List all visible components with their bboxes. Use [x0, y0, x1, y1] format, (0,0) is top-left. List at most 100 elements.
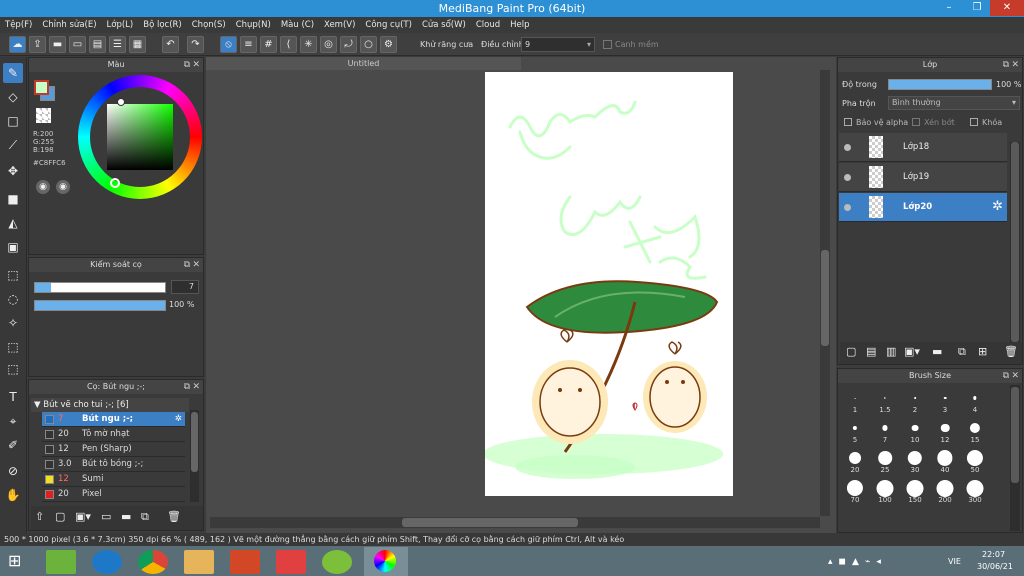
lasso-tool-icon[interactable]: ◌ — [3, 289, 23, 309]
trash-icon[interactable]: 🗑 — [167, 510, 181, 523]
divide-tool-icon[interactable]: ✐ — [3, 435, 23, 455]
popout-icon[interactable]: ⧉ — [1003, 58, 1009, 72]
select-pen-tool-icon[interactable]: ⬚ — [3, 337, 23, 357]
brush-import-icon[interactable]: ▭ — [101, 510, 111, 523]
close-icon[interactable]: ✕ — [192, 380, 200, 394]
brush-menu-icon[interactable]: ▣▾ — [75, 510, 91, 523]
brush-size-cell[interactable]: 5 — [840, 415, 870, 445]
foreground-color-swatch[interactable] — [34, 80, 49, 95]
popout-icon[interactable]: ⧉ — [184, 58, 190, 72]
popout-icon[interactable]: ⧉ — [184, 380, 190, 394]
curve-snap-icon[interactable]: ⤾ — [340, 36, 357, 53]
comment-icon[interactable]: ▬ — [49, 36, 66, 53]
brush-new-icon[interactable]: ▢ — [55, 510, 65, 523]
horizontal-scroll-thumb[interactable] — [402, 518, 578, 527]
eye-icon[interactable] — [844, 174, 851, 181]
share-icon[interactable]: ⇪ — [29, 36, 46, 53]
popout-icon[interactable]: ⧉ — [184, 258, 190, 272]
tab-untitled[interactable]: Untitled — [206, 57, 521, 70]
page-icon[interactable]: ▤ — [89, 36, 106, 53]
palette-icon[interactable]: ◉ — [36, 180, 50, 194]
popout-icon[interactable]: ⧉ — [1003, 369, 1009, 383]
brush-size-cell[interactable]: 25 — [870, 445, 900, 475]
circle-snap-icon[interactable]: ○ — [360, 36, 377, 53]
menu-help[interactable]: Help — [505, 20, 534, 30]
move-tool-icon[interactable]: ✥ — [3, 161, 23, 181]
cloud-icon[interactable]: ☁ — [9, 36, 26, 53]
select-eraser-tool-icon[interactable]: ⬚ — [3, 359, 23, 379]
brush-size-scroll-thumb[interactable] — [1011, 387, 1019, 483]
gradient-tool-icon[interactable]: ▣ — [3, 237, 23, 257]
vertical-scrollbar[interactable] — [820, 70, 830, 516]
app-icon[interactable] — [276, 550, 306, 574]
trash-icon[interactable]: 🗑 — [1004, 345, 1018, 358]
cross-snap-icon[interactable]: # — [260, 36, 277, 53]
menu-select[interactable]: Chọn(S) — [187, 20, 231, 30]
grid-icon[interactable]: ▦ — [129, 36, 146, 53]
saturation-value-square[interactable] — [107, 104, 173, 170]
duplicate-layer-icon[interactable]: ⧉ — [958, 345, 966, 359]
lock-checkbox[interactable] — [970, 118, 978, 126]
minimize-button[interactable]: – — [936, 0, 962, 16]
add-layer-menu-icon[interactable]: ▣▾ — [904, 345, 920, 358]
new-layer-icon[interactable]: ▢ — [846, 345, 856, 358]
tray-icons[interactable]: ▴◼▲⌁◂ — [828, 557, 928, 567]
brush-size-cell[interactable]: 200 — [930, 475, 960, 505]
protect-alpha-checkbox[interactable] — [844, 118, 852, 126]
menu-window[interactable]: Cửa sổ(W) — [417, 20, 471, 30]
brush-item[interactable]: 3.0 Bút tô bóng ;-; — [42, 457, 185, 472]
snap-off-icon[interactable]: ⦸ — [220, 36, 237, 53]
chrome-icon[interactable] — [138, 550, 168, 574]
office-icon[interactable] — [230, 550, 260, 574]
close-icon[interactable]: ✕ — [1011, 58, 1019, 72]
layer-row[interactable]: Lớp18 — [839, 133, 1007, 162]
brush-size-cell[interactable]: 12 — [930, 415, 960, 445]
close-icon[interactable]: ✕ — [192, 258, 200, 272]
correction-select[interactable]: 9 ▾ — [521, 37, 595, 52]
magic-wand-tool-icon[interactable]: ✧ — [3, 313, 23, 333]
brush-size-cell[interactable]: 7 — [870, 415, 900, 445]
layer-opacity-slider[interactable] — [888, 79, 992, 90]
menu-snap[interactable]: Chụp(N) — [231, 20, 276, 30]
layer-list-scrollbar[interactable] — [1010, 142, 1020, 342]
brush-size-cell[interactable]: 20 — [840, 445, 870, 475]
eraser-tool-icon[interactable]: ◇ — [3, 87, 23, 107]
brush-item[interactable]: 7 Bút ngu ;-; ✲ — [42, 412, 185, 427]
brush-item[interactable]: 12 Sumi — [42, 472, 185, 487]
browser-icon[interactable] — [92, 550, 122, 574]
eye-icon[interactable] — [844, 144, 851, 151]
vanish-snap-icon[interactable]: ⟨ — [280, 36, 297, 53]
windows-start-icon[interactable]: ⊞ — [8, 552, 28, 570]
operation-tool-icon[interactable]: ⌖ — [3, 411, 23, 431]
concentric-snap-icon[interactable]: ◎ — [320, 36, 337, 53]
menu-tools[interactable]: Công cụ(T) — [360, 20, 417, 30]
gear-icon[interactable]: ✲ — [992, 199, 1003, 214]
brush-size-cell[interactable]: 1 — [840, 385, 870, 415]
menu-edit[interactable]: Chỉnh sửa(E) — [37, 20, 101, 30]
brush-item[interactable]: 20 Tô mờ nhạt — [42, 427, 185, 442]
blend-select[interactable]: Bình thường ▾ — [888, 96, 1020, 110]
brush-size-cell[interactable]: 150 — [900, 475, 930, 505]
brush-item[interactable]: 12 Pen (Sharp) — [42, 442, 185, 457]
clock-date[interactable]: 30/06/21 — [977, 562, 1013, 571]
brush-size-cell[interactable]: 30 — [900, 445, 930, 475]
fill-rect-tool-icon[interactable]: ■ — [3, 189, 23, 209]
rect-tool-icon[interactable]: □ — [3, 111, 23, 131]
clock-time[interactable]: 22:07 — [982, 550, 1005, 559]
brush-size-cell[interactable]: 10 — [900, 415, 930, 445]
language-indicator[interactable]: VIE — [948, 557, 961, 566]
close-icon[interactable]: ✕ — [192, 58, 200, 72]
brush-add-icon[interactable]: ⇧ — [35, 510, 44, 523]
select-tool-icon[interactable]: ⬚ — [3, 265, 23, 285]
brush-size-cell[interactable]: 15 — [960, 415, 990, 445]
brush-copy-icon[interactable]: ⧉ — [141, 510, 149, 524]
clipping-checkbox[interactable] — [912, 118, 920, 126]
brush-size-cell[interactable]: 70 — [840, 475, 870, 505]
app-icon[interactable] — [322, 550, 352, 574]
new-halftone-layer-icon[interactable]: ▤ — [866, 345, 876, 358]
close-button[interactable]: ✕ — [990, 0, 1024, 16]
close-icon[interactable]: ✕ — [1011, 369, 1019, 383]
redo-icon[interactable]: ↷ — [187, 36, 204, 53]
hand-tool-icon[interactable]: ✋ — [3, 485, 23, 505]
parallel-snap-icon[interactable]: ≡ — [240, 36, 257, 53]
